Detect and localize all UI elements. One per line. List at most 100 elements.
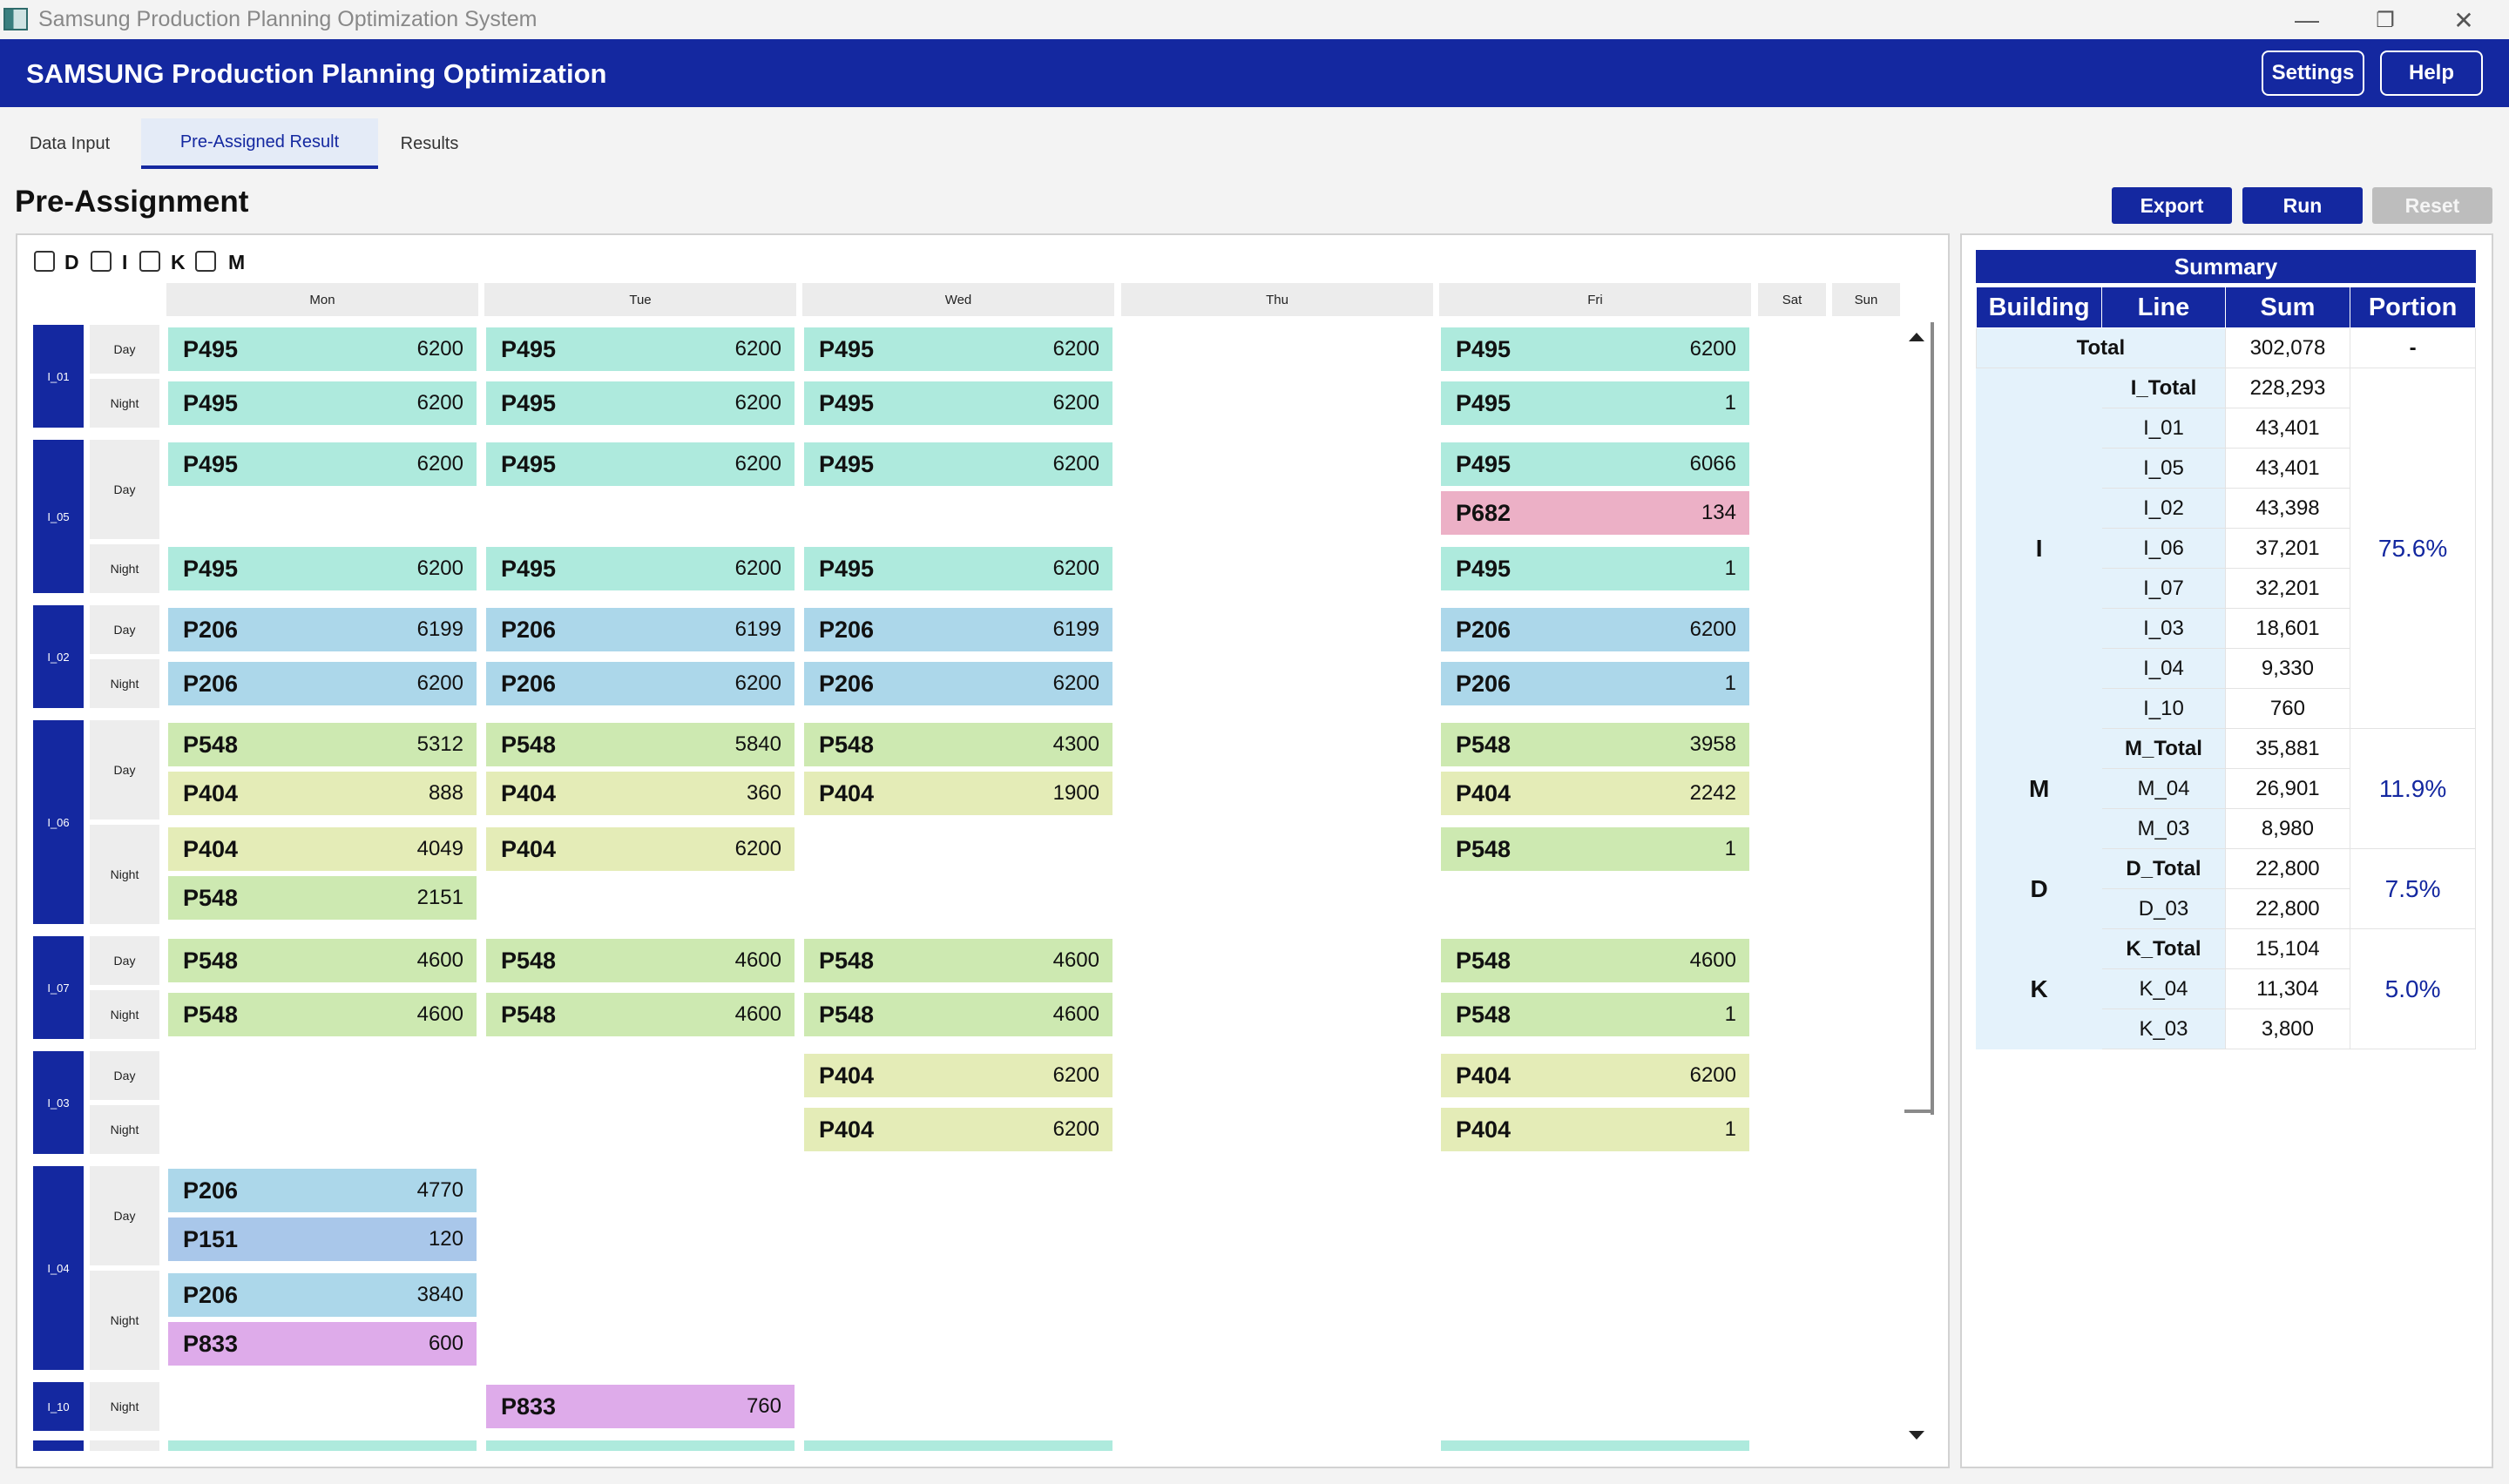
tab-pre-assigned-result[interactable]: Pre-Assigned Result xyxy=(141,118,378,169)
assignment-cell[interactable]: P404 6200 xyxy=(1441,1054,1749,1097)
summary-building-total-row: D D_Total 22,800 7.5% xyxy=(1975,848,2476,929)
assignment-cell[interactable]: P548 5840 xyxy=(486,723,795,766)
assignment-cell[interactable]: P404 888 xyxy=(168,772,477,815)
close-icon[interactable]: ✕ xyxy=(2433,3,2494,37)
assignment-cell[interactable]: P495 6200 xyxy=(486,381,795,425)
assignment-cell[interactable]: P404 1900 xyxy=(804,772,1112,815)
assignment-cell[interactable]: P495 6200 xyxy=(168,442,477,486)
export-button[interactable]: Export xyxy=(2112,187,2232,224)
assignment-cell[interactable]: P548 4600 xyxy=(168,939,477,982)
tab-data-input[interactable]: Data Input xyxy=(7,118,132,169)
summary-line-name: M_04 xyxy=(2101,768,2226,809)
assignment-cell[interactable]: P548 3958 xyxy=(1441,723,1749,766)
assignment-cell[interactable]: P548 5312 xyxy=(168,723,477,766)
assignment-cell[interactable]: P495 6200 xyxy=(804,547,1112,590)
shift-label-day: Day xyxy=(90,605,159,654)
assignment-cell[interactable]: P495 6200 xyxy=(1441,327,1749,371)
assignment-cell[interactable]: P548 4600 xyxy=(804,993,1112,1036)
assignment-cell[interactable]: P682 134 xyxy=(1441,491,1749,535)
product-quantity: 6200 xyxy=(734,391,781,415)
assignment-cell[interactable]: P206 6199 xyxy=(486,608,795,651)
assignment-cell[interactable]: P548 1 xyxy=(1441,993,1749,1036)
product-quantity: 6200 xyxy=(1689,337,1736,361)
assignment-cell[interactable]: P495 6200 xyxy=(486,442,795,486)
summary-building-total-sum: 22,800 xyxy=(2224,848,2351,889)
summary-total-label: Total xyxy=(1976,327,2226,368)
assignment-cell[interactable]: P495 6200 xyxy=(486,547,795,590)
assignment-cell[interactable]: P404 360 xyxy=(486,772,795,815)
assignment-cell[interactable]: P548 4600 xyxy=(1441,939,1749,982)
assignment-cell[interactable]: P404 6200 xyxy=(804,1108,1112,1151)
product-quantity: 4300 xyxy=(1052,732,1099,756)
product-quantity: 6199 xyxy=(416,617,463,641)
product-quantity: 134 xyxy=(1701,501,1736,524)
assignment-cell[interactable]: P404 2242 xyxy=(1441,772,1749,815)
assignment-cell[interactable]: P206 6199 xyxy=(168,608,477,651)
summary-line-name: I_01 xyxy=(2101,408,2226,449)
restore-icon[interactable]: ❐ xyxy=(2355,3,2416,37)
assignment-cell[interactable]: P833 760 xyxy=(486,1385,795,1428)
assignment-cell[interactable]: P495 6066 xyxy=(1441,442,1749,486)
day-header-sun: Sun xyxy=(1832,283,1900,316)
assignment-cell[interactable]: P404 6200 xyxy=(486,827,795,871)
assignment-cell[interactable]: P206 3840 xyxy=(168,1273,477,1317)
summary-line-sum: 18,601 xyxy=(2224,608,2351,649)
product-code: P206 xyxy=(819,616,875,643)
filter-label-i: I xyxy=(122,251,128,273)
assignment-cell[interactable]: P206 6200 xyxy=(486,662,795,705)
product-quantity: 600 xyxy=(428,1332,463,1355)
assignment-cell[interactable]: P548 4600 xyxy=(804,939,1112,982)
assignment-cell[interactable]: P548 4600 xyxy=(168,993,477,1036)
filter-checkbox-m[interactable] xyxy=(195,251,216,272)
product-code: P404 xyxy=(819,1116,875,1143)
assignment-cell[interactable]: P404 1 xyxy=(1441,1108,1749,1151)
product-code: P548 xyxy=(819,1001,875,1028)
shift-label-night: Night xyxy=(90,1105,159,1154)
summary-line-name: I_04 xyxy=(2101,648,2226,689)
assignment-cell[interactable]: P495 1 xyxy=(1441,547,1749,590)
scroll-down-icon[interactable] xyxy=(1909,1431,1924,1440)
assignment-cell[interactable]: P206 6200 xyxy=(1441,608,1749,651)
filter-checkbox-d[interactable] xyxy=(34,251,55,272)
assignment-cell[interactable]: P495 6200 xyxy=(804,442,1112,486)
assignment-cell[interactable]: P151 120 xyxy=(168,1218,477,1261)
minimize-icon[interactable]: — xyxy=(2276,3,2337,37)
assignment-cell[interactable]: P495 1 xyxy=(1441,381,1749,425)
assignment-cell[interactable]: P404 6200 xyxy=(804,1054,1112,1097)
assignment-cell[interactable]: P404 4049 xyxy=(168,827,477,871)
assignment-cell[interactable]: P495 6200 xyxy=(804,327,1112,371)
summary-line-sum: 22,800 xyxy=(2224,888,2351,929)
scrollbar-thumb[interactable] xyxy=(1931,322,1934,1115)
summary-line-name: K_04 xyxy=(2101,968,2226,1009)
tab-results[interactable]: Results xyxy=(382,118,477,169)
reset-button[interactable]: Reset xyxy=(2372,187,2492,224)
assignment-cell[interactable]: P206 4770 xyxy=(168,1169,477,1212)
product-quantity: 6200 xyxy=(1052,1063,1099,1087)
assignment-cell[interactable]: P206 1 xyxy=(1441,662,1749,705)
product-quantity: 2151 xyxy=(416,886,463,909)
help-button[interactable]: Help xyxy=(2380,51,2483,96)
assignment-cell[interactable]: P548 4600 xyxy=(486,939,795,982)
filter-checkbox-i[interactable] xyxy=(91,251,112,272)
settings-button[interactable]: Settings xyxy=(2262,51,2364,96)
assignment-cell[interactable]: P206 6200 xyxy=(804,662,1112,705)
assignment-cell[interactable]: P495 6200 xyxy=(168,381,477,425)
filter-checkbox-k[interactable] xyxy=(139,251,160,272)
assignment-cell[interactable]: P548 2151 xyxy=(168,876,477,920)
product-quantity: 6200 xyxy=(416,671,463,695)
scroll-up-icon[interactable] xyxy=(1909,333,1924,341)
assignment-cell[interactable]: P548 4600 xyxy=(486,993,795,1036)
assignment-cell[interactable]: P495 6200 xyxy=(804,381,1112,425)
assignment-cell[interactable]: P495 6200 xyxy=(168,547,477,590)
assignment-cell[interactable]: P548 4300 xyxy=(804,723,1112,766)
product-code: P404 xyxy=(183,835,239,862)
summary-line-sum: 11,304 xyxy=(2224,968,2351,1009)
assignment-cell[interactable]: P206 6199 xyxy=(804,608,1112,651)
run-button[interactable]: Run xyxy=(2242,187,2363,224)
assignment-cell[interactable]: P495 6200 xyxy=(486,327,795,371)
assignment-cell[interactable]: P548 1 xyxy=(1441,827,1749,871)
assignment-cell[interactable]: P833 600 xyxy=(168,1322,477,1366)
assignment-cell[interactable]: P495 6200 xyxy=(168,327,477,371)
assignment-cell[interactable]: P206 6200 xyxy=(168,662,477,705)
summary-line-name: M_03 xyxy=(2101,808,2226,849)
